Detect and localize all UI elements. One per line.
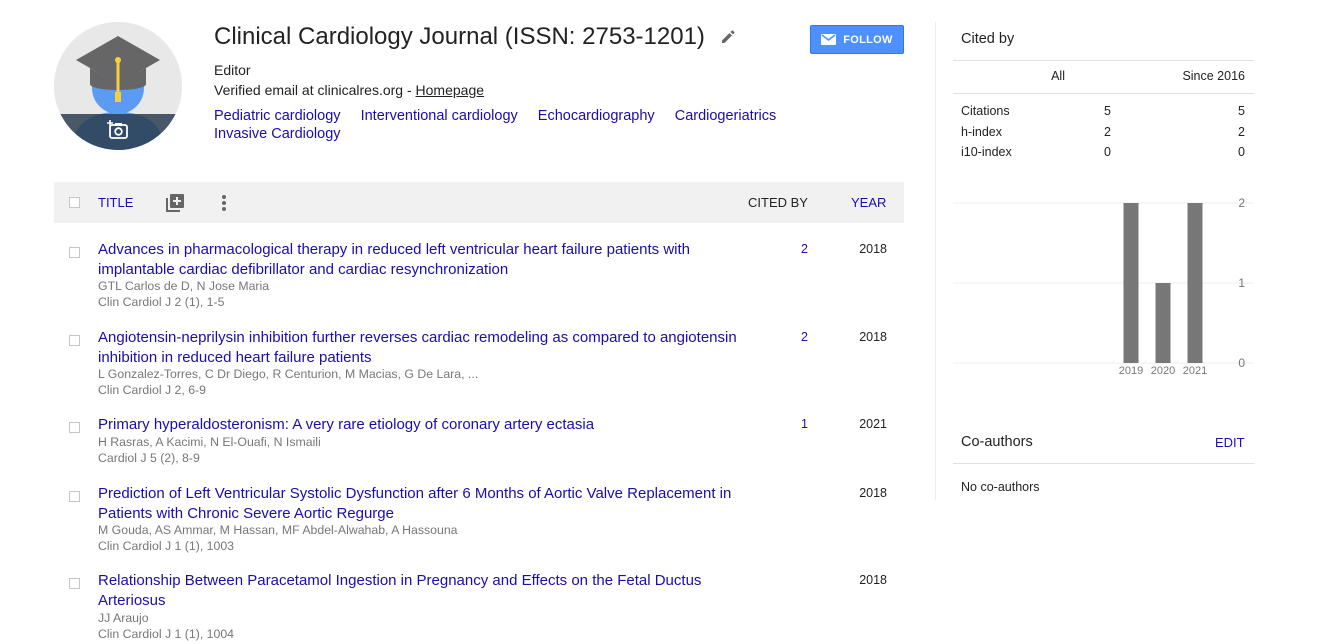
article-year: 2018 xyxy=(859,242,887,256)
citations-per-year-chart: 2 1 0 2019 2020 2021 xyxy=(953,196,1254,377)
homepage-link[interactable]: Homepage xyxy=(416,82,485,98)
article-title-link[interactable]: Primary hyperaldosteronism: A very rare … xyxy=(98,415,738,435)
table-row: Prediction of Left Ventricular Systolic … xyxy=(54,484,904,554)
chart-y-tick-label: 2 xyxy=(1238,196,1245,210)
cited-by-count-link[interactable]: 2 xyxy=(748,242,808,256)
profile-affiliation: Editor xyxy=(214,62,251,78)
divider xyxy=(953,60,1254,61)
metric-label-i10-index: i10-index xyxy=(961,145,1012,159)
article-year: 2018 xyxy=(859,486,887,500)
metric-label-citations: Citations xyxy=(961,104,1010,118)
chart-bar-2020[interactable] xyxy=(1155,283,1171,363)
row-checkbox[interactable] xyxy=(69,578,80,589)
interest-link-interventional-cardiology[interactable]: Interventional cardiology xyxy=(361,108,518,124)
chart-bar-2021[interactable] xyxy=(1187,203,1203,363)
row-checkbox[interactable] xyxy=(69,491,80,502)
sort-by-title[interactable]: TITLE xyxy=(98,195,133,210)
article-year: 2021 xyxy=(859,417,887,431)
column-header-all: All xyxy=(1051,69,1065,83)
divider xyxy=(953,463,1254,464)
article-authors: M Gouda, AS Ammar, M Hassan, MF Abdel-Al… xyxy=(98,523,458,537)
table-row: Advances in pharmacological therapy in r… xyxy=(54,240,904,310)
metric-value-all: 2 xyxy=(1104,125,1111,139)
metric-value-since: 2 xyxy=(1238,125,1245,139)
divider xyxy=(953,93,1254,94)
article-venue: Clin Cardiol J 1 (1), 1004 xyxy=(98,627,235,641)
article-venue: Cardiol J 5 (2), 8-9 xyxy=(98,451,200,465)
article-title-link[interactable]: Relationship Between Paracetamol Ingesti… xyxy=(98,571,738,611)
row-checkbox[interactable] xyxy=(69,422,80,433)
profile-name: Clinical Cardiology Journal (ISSN: 2753-… xyxy=(214,23,705,50)
table-row: Relationship Between Paracetamol Ingesti… xyxy=(54,571,904,644)
cited-by-count-link[interactable]: 1 xyxy=(748,417,808,431)
sort-by-year[interactable]: YEAR xyxy=(851,195,886,210)
article-venue: Clin Cardiol J 2 (1), 1-5 xyxy=(98,295,225,309)
follow-button[interactable]: FOLLOW xyxy=(810,25,904,54)
article-authors: L Gonzalez-Torres, C Dr Diego, R Centuri… xyxy=(98,367,479,381)
cited-by-column-header[interactable]: CITED BY xyxy=(748,195,808,210)
article-title-link[interactable]: Angiotensin-neprilysin inhibition furthe… xyxy=(98,328,738,368)
add-photo-camera-icon[interactable] xyxy=(107,120,129,140)
chart-y-tick-label: 0 xyxy=(1238,356,1245,370)
more-options-icon[interactable] xyxy=(220,193,228,213)
article-title-link[interactable]: Advances in pharmacological therapy in r… xyxy=(98,240,738,280)
column-divider xyxy=(935,22,936,500)
metric-label-h-index: h-index xyxy=(961,125,1002,139)
article-year: 2018 xyxy=(859,330,887,344)
coauthors-heading: Co-authors xyxy=(961,434,1033,450)
follow-label: FOLLOW xyxy=(843,33,893,46)
row-checkbox[interactable] xyxy=(69,247,80,258)
profile-avatar[interactable] xyxy=(54,22,182,150)
interest-link-invasive-cardiology[interactable]: Invasive Cardiology xyxy=(214,126,341,142)
article-authors: GTL Carlos de D, N Jose Maria xyxy=(98,279,270,293)
metric-value-since: 5 xyxy=(1238,104,1245,118)
select-all-checkbox[interactable] xyxy=(69,197,80,208)
row-checkbox[interactable] xyxy=(69,335,80,346)
edit-pencil-icon[interactable] xyxy=(720,29,736,45)
add-article-icon[interactable] xyxy=(165,193,185,213)
table-row: Angiotensin-neprilysin inhibition furthe… xyxy=(54,328,904,398)
verified-email-line: Verified email at clinicalres.org - Home… xyxy=(214,82,484,98)
research-interests: Pediatric cardiology Interventional card… xyxy=(214,107,854,143)
chart-x-tick-label: 2020 xyxy=(1151,365,1175,377)
chart-x-tick-label: 2021 xyxy=(1183,365,1207,377)
interest-link-cardiogeriatrics[interactable]: Cardiogeriatrics xyxy=(675,108,777,124)
article-venue: Clin Cardiol J 2, 6-9 xyxy=(98,383,206,397)
article-title-link[interactable]: Prediction of Left Ventricular Systolic … xyxy=(98,484,738,524)
metric-value-all: 0 xyxy=(1104,145,1111,159)
article-venue: Clin Cardiol J 1 (1), 1003 xyxy=(98,539,235,553)
coauthors-edit-button[interactable]: EDIT xyxy=(1215,435,1245,450)
interest-link-pediatric-cardiology[interactable]: Pediatric cardiology xyxy=(214,108,341,124)
interest-link-echocardiography[interactable]: Echocardiography xyxy=(538,108,655,124)
column-header-since: Since 2016 xyxy=(1182,69,1245,83)
verified-email-text: Verified email at clinicalres.org - xyxy=(214,82,416,98)
chart-bar-2019[interactable] xyxy=(1123,203,1139,363)
chart-x-tick-label: 2019 xyxy=(1119,365,1143,377)
no-coauthors-text: No co-authors xyxy=(961,480,1040,494)
articles-table-header: TITLE CITED BY YEAR xyxy=(54,182,904,223)
metric-value-all: 5 xyxy=(1104,104,1111,118)
metric-value-since: 0 xyxy=(1238,145,1245,159)
mail-envelope-icon xyxy=(821,34,837,45)
article-authors: JJ Araujo xyxy=(98,611,149,625)
article-authors: H Rasras, A Kacimi, N El-Ouafi, N Ismail… xyxy=(98,435,321,449)
chart-y-tick-label: 1 xyxy=(1238,276,1245,290)
article-year: 2018 xyxy=(859,573,887,587)
table-row: Primary hyperaldosteronism: A very rare … xyxy=(54,415,904,467)
cited-by-count-link[interactable]: 2 xyxy=(748,330,808,344)
cited-by-heading: Cited by xyxy=(961,31,1015,47)
